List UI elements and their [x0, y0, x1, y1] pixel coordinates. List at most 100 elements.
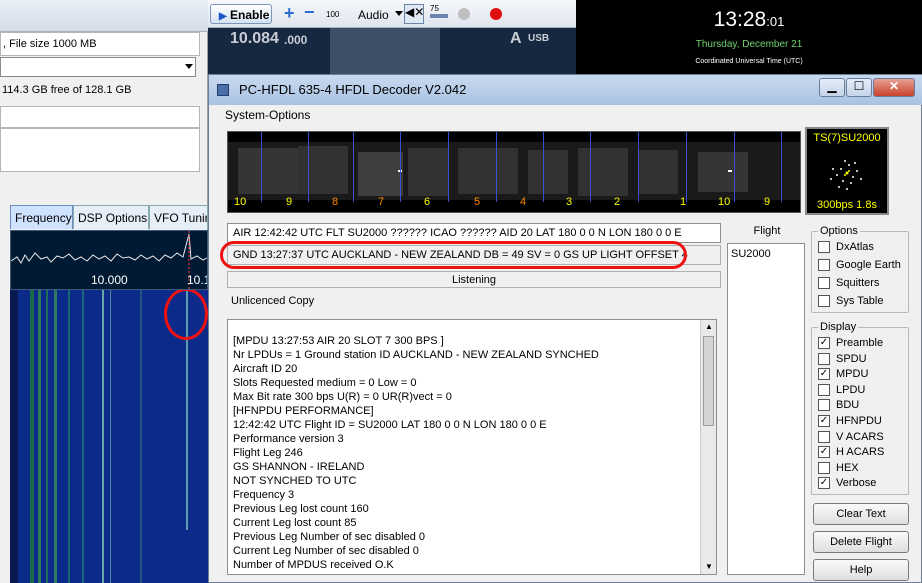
menu-bar: System-Options — [219, 105, 913, 124]
file-info-box: , File size 1000 MB — [0, 32, 200, 56]
band-divider — [734, 132, 735, 202]
log-line: Flight Leg 246 — [233, 447, 303, 459]
checkbox-checked-icon[interactable]: ✓ — [818, 337, 830, 349]
checkbox-unchecked-icon[interactable] — [818, 430, 830, 443]
menu-system-options[interactable]: System-Options — [219, 105, 316, 125]
log-line: [MPDU 13:27:53 AIR 20 SLOT 7 300 BPS ] — [233, 335, 444, 347]
log-scrollbar[interactable]: ▲ ▼ — [700, 320, 716, 574]
checkbox-unchecked-icon[interactable] — [818, 241, 830, 253]
options-checkbox-row[interactable]: Sys Table — [818, 294, 884, 308]
checkbox-unchecked-icon[interactable] — [818, 383, 830, 396]
log-line: NOT SYNCHED TO UTC — [233, 475, 357, 487]
options-checkbox-row[interactable]: Squitters — [818, 276, 879, 290]
flight-list-item[interactable]: SU2000 — [731, 248, 771, 260]
band-divider — [543, 132, 544, 202]
enable-label: Enable — [230, 8, 270, 22]
log-line: Performance version 3 — [233, 433, 344, 445]
band-divider — [400, 132, 401, 202]
decoder-log[interactable]: [MPDU 13:27:53 AIR 20 SLOT 7 300 BPS ] Nr… — [227, 319, 717, 575]
display-checkbox-row[interactable]: BDU — [818, 398, 859, 412]
band-divider — [590, 132, 591, 202]
chevron-down-icon — [185, 64, 193, 69]
checkbox-unchecked-icon[interactable] — [818, 352, 830, 365]
band-number: 8 — [332, 196, 339, 208]
checkbox-checked-icon[interactable]: ✓ — [818, 446, 830, 459]
mute-speaker-icon[interactable]: ◀✕ — [404, 4, 424, 24]
help-button[interactable]: Help — [813, 559, 909, 581]
checkbox-unchecked-icon[interactable] — [818, 399, 830, 412]
scroll-up-icon[interactable]: ▲ — [705, 322, 713, 331]
log-line: Max Bit rate 300 bps U(R) = 0 UR(R)vect … — [233, 391, 452, 403]
band-number: 2 — [614, 196, 621, 208]
status-text: Listening — [451, 274, 497, 286]
tab-dsp-options[interactable]: DSP Options — [73, 205, 149, 229]
audio-dropdown-icon[interactable] — [395, 11, 403, 16]
tab-frequency[interactable]: Frequency — [10, 205, 73, 229]
options-checkbox-row[interactable]: Google Earth — [818, 258, 901, 272]
options-group: Options DxAtlas Google Earth Squitters Sys … — [811, 225, 909, 313]
volume-slider[interactable] — [430, 14, 448, 18]
band-divider — [496, 132, 497, 202]
clock-time: 13:28 — [713, 8, 767, 31]
band-number: 4 — [520, 196, 527, 208]
display-checkbox-row[interactable]: SPDU — [818, 352, 867, 366]
scroll-thumb[interactable] — [703, 336, 714, 426]
band-divider — [308, 132, 309, 202]
close-button[interactable]: ✕ — [873, 78, 915, 97]
free-space-text: 114.3 GB free of 128.1 GB — [2, 84, 132, 96]
display-checkbox-row[interactable]: ✓ MPDU — [818, 367, 868, 381]
recording-device-select[interactable] — [0, 57, 196, 77]
sdr-tab-strip: Frequency DSP Options VFO Tuning — [10, 205, 208, 229]
minimize-button[interactable]: ▁ — [819, 78, 845, 97]
enable-button[interactable]: ▶ Enable — [210, 4, 272, 24]
checkbox-checked-icon[interactable]: ✓ — [818, 415, 830, 427]
band-divider — [638, 132, 639, 202]
tab-label: Frequency — [15, 211, 72, 225]
log-line: Aircraft ID 20 — [233, 363, 298, 375]
display-checkbox-row[interactable]: ✓ Verbose — [818, 476, 876, 490]
spectrum-display[interactable]: 10.000 10.1 — [10, 230, 208, 290]
checkbox-checked-icon[interactable]: ✓ — [818, 477, 830, 490]
scroll-down-icon[interactable]: ▼ — [705, 562, 713, 571]
mode-label: USB — [528, 33, 550, 44]
zoom-out-icon[interactable]: − — [304, 2, 315, 23]
checkbox-checked-icon[interactable]: ✓ — [818, 368, 830, 381]
band-activity-strip[interactable]: 10 9 8 7 6 5 4 3 2 1 10 9 — [227, 131, 801, 213]
flight-list[interactable]: SU2000 — [727, 243, 805, 575]
tab-label: DSP Options — [78, 211, 148, 225]
volume-value: 75 — [430, 4, 439, 13]
checkbox-label: MPDU — [836, 368, 869, 381]
tab-vfo-tuning[interactable]: VFO Tuning — [149, 205, 208, 229]
delete-flight-button[interactable]: Delete Flight — [813, 531, 909, 553]
hfdl-decoder-window: PC-HFDL 635-4 HFDL Decoder V2.042 ▁ ☐ ✕ … — [208, 74, 922, 583]
file-size-text: , File size 1000 MB — [3, 38, 97, 50]
zoom-in-icon[interactable]: + — [284, 3, 295, 24]
display-checkbox-row[interactable]: LPDU — [818, 383, 865, 397]
checkbox-unchecked-icon[interactable] — [818, 295, 830, 307]
record-dim-icon[interactable] — [458, 8, 470, 20]
band-number: 10 — [234, 196, 247, 208]
display-group: Display ✓ Preamble SPDU ✓ MPDU LPDU BDU ✓ HFNPDU… — [811, 321, 909, 495]
display-checkbox-row[interactable]: ✓ Preamble — [818, 336, 883, 350]
display-checkbox-row[interactable]: ✓ HFNPDU — [818, 414, 882, 428]
options-title: Options — [818, 225, 860, 237]
maximize-button[interactable]: ☐ — [846, 78, 872, 97]
checkbox-unchecked-icon[interactable] — [818, 259, 830, 271]
clear-text-button[interactable]: Clear Text — [813, 503, 909, 525]
checkbox-label: BDU — [836, 399, 860, 412]
band-number: 9 — [286, 196, 293, 208]
waterfall-display[interactable] — [10, 290, 208, 583]
options-checkbox-row[interactable]: DxAtlas — [818, 240, 874, 254]
app-icon — [217, 84, 229, 96]
record-icon[interactable] — [490, 8, 502, 20]
checkbox-unchecked-icon[interactable] — [818, 461, 830, 474]
checkbox-label: HEX — [836, 461, 859, 474]
utc-clock: 13:28:01 Thursday, December 21 Coordinat… — [576, 0, 922, 74]
window-titlebar[interactable]: PC-HFDL 635-4 HFDL Decoder V2.042 ▁ ☐ ✕ — [209, 75, 922, 105]
checkbox-unchecked-icon[interactable] — [818, 277, 830, 289]
display-checkbox-row[interactable]: HEX — [818, 461, 859, 475]
log-line: Current Leg Number of sec disabled 0 — [233, 545, 419, 557]
display-checkbox-row[interactable]: V ACARS — [818, 430, 884, 444]
display-checkbox-row[interactable]: ✓ H ACARS — [818, 445, 884, 459]
frequency-display[interactable]: 10.084 .000 A USB — [208, 28, 576, 74]
